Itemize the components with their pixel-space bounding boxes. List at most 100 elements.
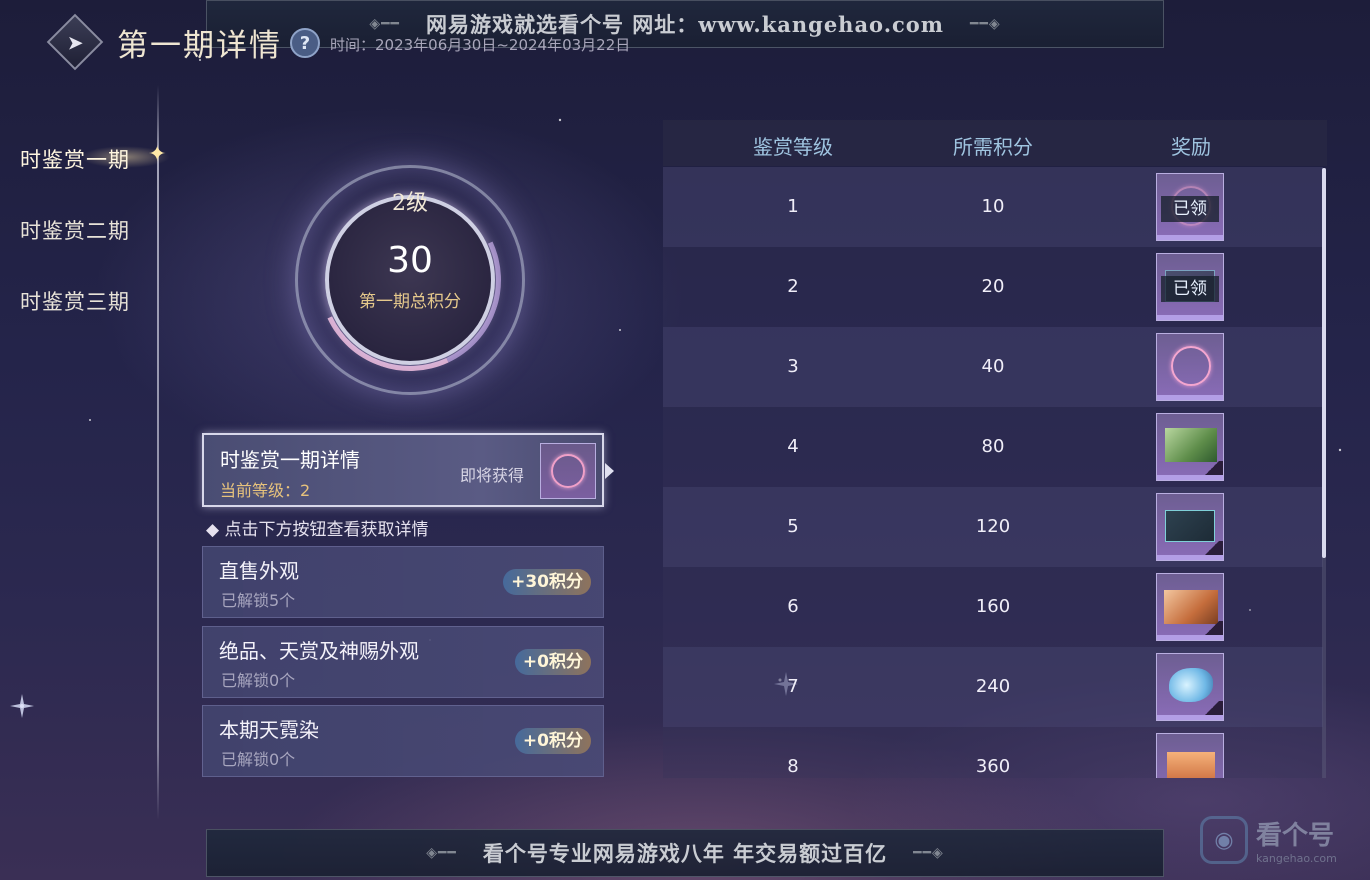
- row-level: 1: [787, 196, 799, 217]
- flame-card-icon[interactable]: [1156, 733, 1224, 778]
- bottom-ad-banner: ◈━━ 看个号专业网易游戏八年 年交易额过百亿 ━━◈: [206, 829, 1164, 877]
- row-level: 6: [787, 596, 799, 617]
- col-header-reward: 奖励: [1171, 135, 1211, 159]
- detail-title: 时鉴赏一期详情: [220, 448, 360, 472]
- reward-bar: [1157, 635, 1223, 640]
- row-level: 8: [787, 756, 799, 777]
- row-points: 240: [975, 676, 1011, 697]
- sidebar-item-period-1[interactable]: 时鉴赏一期: [20, 144, 130, 174]
- back-button[interactable]: ➤: [46, 13, 104, 71]
- dark-frame-icon[interactable]: [1156, 493, 1224, 561]
- row-level: 5: [787, 516, 799, 537]
- hint-text: ◆ 点击下方按钮查看获取详情: [206, 520, 429, 540]
- row-points: 20: [981, 276, 1005, 297]
- banner-ornament-right: ━━◈: [913, 845, 944, 861]
- watermark-url: kangehao.com: [1256, 852, 1337, 865]
- ring-level-text: 2级: [392, 191, 428, 216]
- green-landscape-icon[interactable]: [1156, 413, 1224, 481]
- detail-upcoming-label: 即将获得: [460, 466, 525, 485]
- row-points: 120: [975, 516, 1011, 537]
- row-points: 360: [975, 756, 1011, 777]
- table-row: 3 40: [663, 327, 1323, 407]
- watermark-logo: ◉ 看个号 kangehao.com: [1200, 814, 1360, 866]
- detail-current-level: 当前等级：2: [220, 481, 311, 500]
- source-points-badge: +30积分: [503, 569, 591, 595]
- reward-bar: [1157, 555, 1223, 560]
- table-header: 鉴赏等级 所需积分 奖励: [663, 120, 1327, 166]
- table-row: 2 20 已领: [663, 247, 1323, 327]
- reward-image: [1165, 510, 1215, 542]
- ring-score-value: 30: [387, 240, 433, 281]
- reward-image: [1171, 346, 1211, 386]
- row-points: 40: [981, 356, 1005, 377]
- reward-image: [1167, 752, 1215, 778]
- row-points: 10: [981, 196, 1005, 217]
- col-header-points: 所需积分: [953, 135, 1033, 159]
- flower-ring-icon[interactable]: [1156, 333, 1224, 401]
- row-level: 3: [787, 356, 799, 377]
- claimed-frame-icon[interactable]: 已领: [1156, 253, 1224, 321]
- sidebar-divider: [157, 85, 159, 820]
- corner-mark-icon: [1201, 541, 1223, 555]
- autumn-card-icon[interactable]: [1156, 573, 1224, 641]
- source-unlocked: 已解锁0个: [221, 750, 296, 769]
- banner-ornament-left: ◈━━: [369, 16, 400, 32]
- row-points: 80: [981, 436, 1005, 457]
- sidebar-item-period-3[interactable]: 时鉴赏三期: [20, 286, 130, 316]
- score-ring: 2级 30 第一期总积分: [293, 163, 527, 397]
- active-star-icon: ✦: [148, 142, 167, 167]
- corner-mark-icon: [1201, 701, 1223, 715]
- spirit-fish-icon[interactable]: [1156, 653, 1224, 721]
- corner-mark-icon: [1201, 621, 1223, 635]
- upcoming-reward-thumb: [540, 443, 596, 499]
- source-title: 本期天霓染: [219, 718, 319, 742]
- flower-ring-icon: [551, 454, 585, 488]
- table-row: 4 80: [663, 407, 1323, 487]
- scroll-thumb[interactable]: [1322, 168, 1326, 558]
- hint-label: 点击下方按钮查看获取详情: [224, 520, 429, 540]
- reward-bar: [1157, 235, 1223, 240]
- help-icon[interactable]: ?: [290, 28, 320, 58]
- source-card-premium[interactable]: 绝品、天赏及神赐外观 已解锁0个 +0积分: [202, 626, 604, 698]
- reward-table: 鉴赏等级 所需积分 奖励 1 10 已领 2 20 已领 3 40 4 80 5…: [663, 120, 1327, 778]
- row-level: 7: [787, 676, 799, 697]
- row-points: 160: [975, 596, 1011, 617]
- banner-ornament-left: ◈━━: [426, 845, 457, 861]
- source-card-dye[interactable]: 本期天霓染 已解锁0个 +0积分: [202, 705, 604, 777]
- reward-bar: [1157, 715, 1223, 720]
- row-level: 2: [787, 276, 799, 297]
- table-row: 8 360: [663, 727, 1323, 778]
- table-row: 5 120: [663, 487, 1323, 567]
- corner-mark-icon: [1201, 461, 1223, 475]
- shield-eye-icon: ◉: [1200, 816, 1248, 864]
- sidebar-item-period-2[interactable]: 时鉴赏二期: [20, 215, 130, 245]
- col-header-level: 鉴赏等级: [753, 135, 833, 159]
- claimed-label: 已领: [1161, 276, 1219, 302]
- reward-image: [1169, 668, 1213, 702]
- table-scrollbar[interactable]: [1322, 168, 1326, 778]
- page-title: 第一期详情: [117, 28, 282, 64]
- claimed-ring-icon[interactable]: 已领: [1156, 173, 1224, 241]
- reward-image: [1164, 590, 1218, 624]
- source-points-badge: +0积分: [514, 728, 591, 754]
- ring-caption: 第一期总积分: [359, 292, 461, 312]
- table-row: 6 160: [663, 567, 1323, 647]
- source-title: 绝品、天赏及神赐外观: [219, 639, 419, 663]
- source-title: 直售外观: [219, 559, 299, 583]
- source-card-direct-sale[interactable]: 直售外观 已解锁5个 +30积分: [202, 546, 604, 618]
- card-pointer-icon: [605, 463, 614, 479]
- claimed-label: 已领: [1161, 196, 1219, 222]
- period-detail-card[interactable]: 时鉴赏一期详情 当前等级：2 即将获得: [202, 433, 614, 507]
- back-arrow-icon: ➤: [66, 29, 84, 54]
- table-row: 1 10 已领: [663, 167, 1323, 247]
- watermark-name: 看个号: [1256, 821, 1335, 851]
- source-unlocked: 已解锁0个: [221, 671, 296, 690]
- bottom-banner-text: 看个号专业网易游戏八年 年交易额过百亿: [482, 841, 888, 866]
- reward-image: [1165, 428, 1217, 462]
- source-unlocked: 已解锁5个: [221, 591, 296, 610]
- source-points-badge: +0积分: [514, 649, 591, 675]
- row-level: 4: [787, 436, 799, 457]
- table-row: 7 240: [663, 647, 1323, 727]
- reward-bar: [1157, 315, 1223, 320]
- period-text: 时间：2023年06月30日~2024年03月22日: [330, 36, 631, 54]
